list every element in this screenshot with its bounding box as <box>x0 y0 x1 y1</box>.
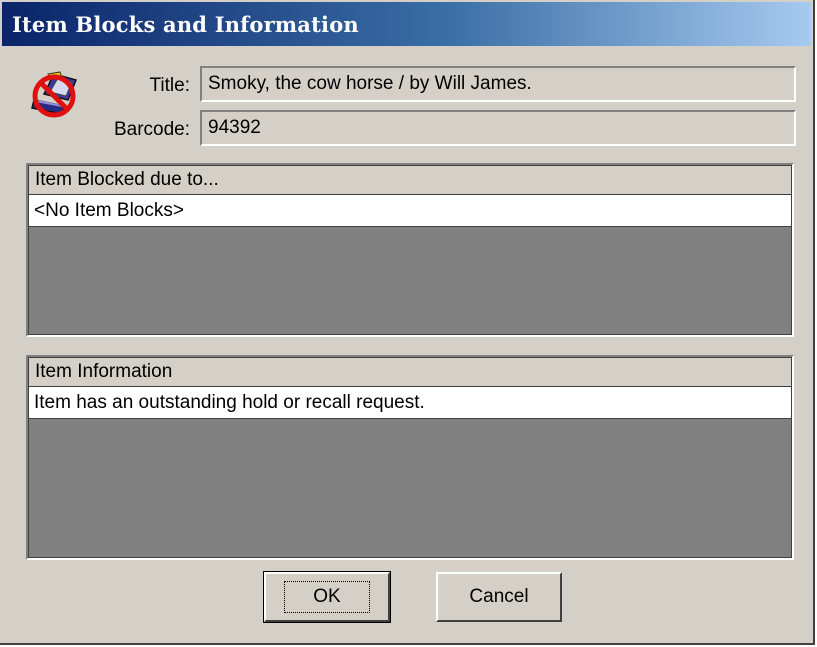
list-item[interactable]: Item has an outstanding hold or recall r… <box>28 387 792 419</box>
item-information-header[interactable]: Item Information <box>28 357 792 387</box>
title-field: Smoky, the cow horse / by Will James. <box>200 66 796 102</box>
ok-button-label: OK <box>284 581 370 613</box>
window-title: Item Blocks and Information <box>12 11 359 37</box>
barcode-label: Barcode: <box>113 119 190 140</box>
item-blocks-header[interactable]: Item Blocked due to... <box>28 165 792 195</box>
item-blocks-list[interactable]: Item Blocked due to... <No Item Blocks> <box>26 163 794 337</box>
ok-button[interactable]: OK <box>263 571 391 623</box>
barcode-field: 94392 <box>200 110 796 146</box>
no-item-icon <box>31 71 78 118</box>
item-information-list[interactable]: Item Information Item has an outstanding… <box>26 355 794 560</box>
title-label: Title: <box>149 75 190 96</box>
title-bar[interactable]: Item Blocks and Information <box>2 2 811 46</box>
cancel-button[interactable]: Cancel <box>436 572 562 622</box>
cancel-button-label: Cancel <box>469 586 529 607</box>
list-item[interactable]: <No Item Blocks> <box>28 195 792 227</box>
item-blocks-dialog: Item Blocks and Information Title: Smoky… <box>0 0 815 645</box>
